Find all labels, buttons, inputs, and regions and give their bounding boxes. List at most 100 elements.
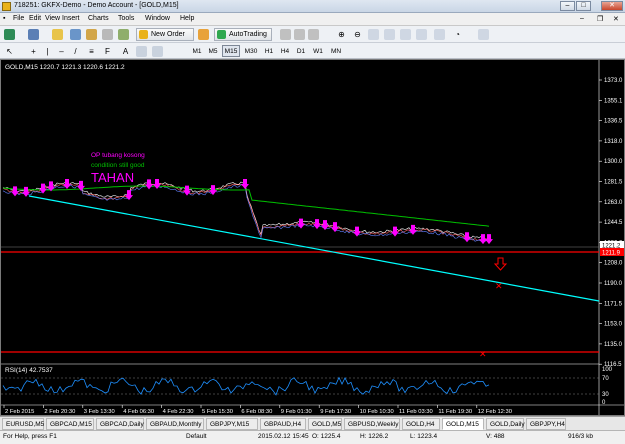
status-traffic: 916/3 kb bbox=[568, 433, 593, 440]
tf-m5[interactable]: M5 bbox=[206, 45, 220, 57]
tf-m30[interactable]: M30 bbox=[242, 45, 260, 57]
label-tool-icon[interactable] bbox=[136, 46, 147, 57]
chart-header: GOLD,M15 1220.7 1221.3 1220.6 1221.2 bbox=[5, 64, 125, 71]
price-line bbox=[2, 184, 492, 242]
menu-tools[interactable]: Tools bbox=[118, 15, 134, 22]
autoscroll-icon[interactable] bbox=[384, 29, 395, 40]
vertical-line-icon[interactable]: | bbox=[42, 46, 53, 57]
navigator-icon[interactable] bbox=[86, 29, 97, 40]
arrows-tool-icon[interactable] bbox=[152, 46, 163, 57]
line-chart-icon[interactable] bbox=[308, 29, 319, 40]
maximize-button[interactable]: □ bbox=[576, 1, 591, 11]
templates-icon[interactable]: ◔ bbox=[452, 29, 463, 40]
cursor-icon[interactable]: ↖ bbox=[4, 46, 15, 57]
time-label: 2 Feb 2015 bbox=[5, 409, 34, 415]
tile-windows-icon[interactable] bbox=[368, 29, 379, 40]
fibonacci-icon[interactable]: F bbox=[102, 46, 113, 57]
minimize-button[interactable]: – bbox=[560, 1, 575, 11]
profiles-icon[interactable] bbox=[28, 29, 39, 40]
status-help: For Help, press F1 bbox=[3, 433, 57, 440]
down-arrow-icon bbox=[493, 257, 508, 271]
signal-arrow-icon bbox=[241, 179, 249, 190]
terminal-icon[interactable] bbox=[102, 29, 113, 40]
chart-tab[interactable]: GBPJPY,M15 bbox=[206, 418, 258, 430]
metaeditor-icon[interactable] bbox=[198, 29, 209, 40]
price-label: 1300.0 bbox=[604, 159, 623, 165]
chart-tabs: EURUSD,M5 GBPCAD,M15 GBPCAD,Daily GBPAUD,Mo… bbox=[0, 416, 625, 430]
menu-edit[interactable]: Edit bbox=[29, 15, 41, 22]
menu-file[interactable]: File bbox=[13, 15, 24, 22]
menu-charts[interactable]: Charts bbox=[88, 15, 109, 22]
tf-h1[interactable]: H1 bbox=[262, 45, 276, 57]
menu-window[interactable]: Window bbox=[145, 15, 170, 22]
price-label: 1281.5 bbox=[604, 180, 623, 186]
tf-d1[interactable]: D1 bbox=[294, 45, 308, 57]
chart-tab[interactable]: GBPCAD,M15 bbox=[46, 418, 94, 430]
price-chart[interactable]: GOLD,M15 1220.7 1221.3 1220.6 1221.2 137… bbox=[1, 60, 624, 415]
tf-mn[interactable]: MN bbox=[328, 45, 344, 57]
text-tool-icon[interactable]: A bbox=[120, 46, 131, 57]
menu-help[interactable]: Help bbox=[180, 15, 194, 22]
annotation-op: OP tubang kosong bbox=[91, 152, 145, 159]
signal-arrow-icon bbox=[297, 218, 305, 229]
chart-tab[interactable]: GOLD,H4 bbox=[402, 418, 440, 430]
new-order-button[interactable]: New Order bbox=[136, 28, 194, 41]
trendline-icon[interactable]: / bbox=[70, 46, 81, 57]
chart-shift-icon[interactable] bbox=[400, 29, 411, 40]
close-button[interactable]: ✕ bbox=[601, 1, 623, 11]
tf-m15[interactable]: M15 bbox=[222, 45, 240, 57]
chart-tab[interactable]: GBPUSD,Weekly bbox=[344, 418, 400, 430]
trendline bbox=[28, 195, 600, 302]
time-label: 6 Feb 08:30 bbox=[241, 409, 272, 415]
market-watch-icon[interactable] bbox=[52, 29, 63, 40]
annotation-tahan: TAHAN bbox=[91, 170, 134, 185]
signal-arrow-icon bbox=[479, 234, 487, 245]
menu-insert[interactable]: Insert bbox=[62, 15, 80, 22]
periods-icon[interactable] bbox=[434, 29, 445, 40]
menu-view[interactable]: View bbox=[45, 15, 60, 22]
chart-tab[interactable]: EURUSD,M5 bbox=[2, 418, 44, 430]
status-profile: Default bbox=[186, 433, 207, 440]
chart-tab[interactable]: GBPAUD,H4 bbox=[260, 418, 306, 430]
options-icon[interactable] bbox=[478, 29, 489, 40]
tf-h4[interactable]: H4 bbox=[278, 45, 292, 57]
channel-icon[interactable]: ≡ bbox=[86, 46, 97, 57]
strategy-tester-icon[interactable] bbox=[118, 29, 129, 40]
chart-menu-icon[interactable]: ▪ bbox=[3, 15, 5, 22]
mdi-minimize-button[interactable]: – bbox=[580, 15, 584, 22]
time-axis: 2 Feb 2015 2 Feb 20:30 3 Feb 13:30 4 Feb 06… bbox=[3, 405, 512, 415]
rsi-line bbox=[2, 376, 490, 396]
zoom-out-icon[interactable]: ⊖ bbox=[352, 29, 363, 40]
rsi-label: RSI(14) 42.7537 bbox=[5, 367, 53, 374]
target-cross-icon: ✕ bbox=[495, 281, 503, 291]
chart-tab[interactable]: GOLD,M5 bbox=[308, 418, 342, 430]
time-label: 9 Feb 01:30 bbox=[281, 409, 312, 415]
zoom-in-icon[interactable]: ⊕ bbox=[336, 29, 347, 40]
signal-arrow-icon bbox=[22, 186, 30, 197]
chart-tab[interactable]: GBPCAD,Daily bbox=[96, 418, 144, 430]
price-label: 1355.1 bbox=[604, 98, 623, 104]
candlestick-icon[interactable] bbox=[294, 29, 305, 40]
status-low: L: 1223.4 bbox=[410, 433, 438, 440]
chart-window[interactable]: GOLD,M15 1220.7 1221.3 1220.6 1221.2 137… bbox=[0, 59, 625, 416]
time-label: 12 Feb 12:30 bbox=[478, 409, 512, 415]
window-title: 718251: GKFX-Demo - Demo Account - [GOLD… bbox=[14, 2, 179, 9]
title-bar: 718251: GKFX-Demo - Demo Account - [GOLD… bbox=[0, 0, 625, 13]
annotation-condition: condition still good bbox=[91, 162, 145, 169]
mdi-restore-button[interactable]: ❐ bbox=[597, 15, 603, 23]
bar-chart-icon[interactable] bbox=[280, 29, 291, 40]
horizontal-line-icon[interactable]: – bbox=[56, 46, 67, 57]
chart-tab[interactable]: GBPJPY,H4 bbox=[526, 418, 566, 430]
chart-tab[interactable]: GBPAUD,Monthly bbox=[146, 418, 204, 430]
data-window-icon[interactable] bbox=[70, 29, 81, 40]
crosshair-icon[interactable]: + bbox=[28, 46, 39, 57]
new-chart-icon[interactable] bbox=[4, 29, 15, 40]
mdi-close-button[interactable]: ✕ bbox=[613, 15, 619, 23]
time-label: 4 Feb 06:30 bbox=[123, 409, 154, 415]
tf-m1[interactable]: M1 bbox=[190, 45, 204, 57]
indicators-icon[interactable] bbox=[416, 29, 427, 40]
autotrading-button[interactable]: AutoTrading bbox=[214, 28, 272, 41]
chart-tab[interactable]: GOLD,Daily bbox=[486, 418, 525, 430]
chart-tab[interactable]: GOLD,M15 bbox=[442, 418, 484, 430]
tf-w1[interactable]: W1 bbox=[310, 45, 326, 57]
